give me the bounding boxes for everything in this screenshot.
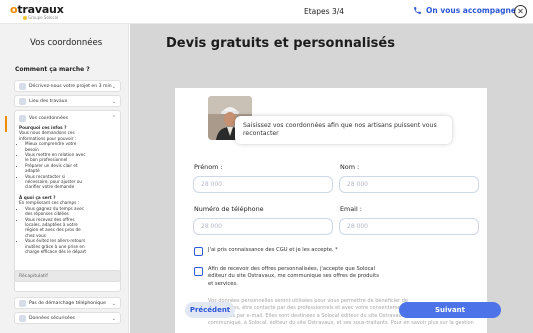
chevron-up-icon: ⌃ [111,115,116,121]
sidebar-item-secure-data: Données sécurisées ⌄ [14,312,121,324]
sidebar: Vos coordonnées Comment ça marche ? Décr… [0,24,129,333]
brand-dot-icon [23,16,27,20]
chevron-down-icon: ⌄ [111,301,116,307]
close-button[interactable]: ✕ [514,5,527,18]
document-icon [19,82,26,90]
logo[interactable]: otravaux Groupe Solocal [10,3,64,20]
cgu-checkbox[interactable] [194,247,203,256]
chevron-down-icon: ⌄ [111,99,116,105]
email-field[interactable]: 28 000 [339,218,479,235]
call-us-label: On vous accompagne [426,6,516,15]
user-icon [19,115,26,122]
email-label: Email : [340,205,362,213]
prenom-label: Prénom : [194,163,223,171]
chevron-down-icon: ⌄ [111,316,116,322]
location-icon [19,97,26,105]
main-content: Devis gratuits et personnalisés Saisisse… [130,24,533,333]
sidebar-help-text: Pourquoi ces infos ? Vous nous demandons… [19,125,89,254]
sidebar-item-describe[interactable]: Décrivez-nous votre projet en 3 min ⌄ [14,80,121,92]
sidebar-item-coordinates[interactable]: Vos coordonnées ⌃ Pourquoi ces infos ? V… [14,110,121,292]
active-step-marker [5,116,7,132]
next-button[interactable]: Suivant [399,302,501,318]
previous-button[interactable]: Précédent [185,302,235,318]
assistant-bubble: Saisissez vos coordonnées afin que nos a… [235,116,452,144]
page-title: Devis gratuits et personnalisés [166,36,395,51]
step-indicator: Etapes 3/4 [304,7,345,16]
why-list: Mieux comprendre votre besoin Vous mettr… [19,141,89,190]
lock-icon [19,314,26,322]
close-icon: ✕ [517,6,524,16]
logo-subtitle: Groupe Solocal [23,15,58,20]
what-list: Vous gagnez du temps avec des réponses c… [19,206,89,255]
form-card: Saisissez vos coordonnées afin que nos a… [175,88,488,333]
how-it-works-label: Comment ça marche ? [15,66,90,73]
cgu-label: J'ai pris connaissance des CGU et je les… [208,247,338,253]
chevron-down-icon: ⌄ [111,84,116,90]
prenom-field[interactable]: 28 000 [193,176,333,193]
sidebar-item-location[interactable]: Lieu des travaux ⌄ [14,95,121,107]
sidebar-item-no-calls: Pas de démarchage téléphonique ⌄ [14,297,121,309]
phone-icon [414,7,421,14]
phone-field[interactable]: 28 000 [193,218,333,235]
sidebar-title: Vos coordonnées [30,38,103,48]
top-bar: otravaux Groupe Solocal Etapes 3/4 On vo… [0,0,533,24]
nom-label: Nom : [340,163,360,171]
offers-label: Afin de recevoir des offres personnalisé… [208,266,379,287]
offers-checkbox[interactable] [194,267,203,276]
nom-field[interactable]: 28 000 [339,176,479,193]
phone-icon [19,299,26,307]
call-us-link[interactable]: On vous accompagne [413,6,516,15]
phone-label: Numéro de téléphone [194,205,264,213]
recap-item[interactable]: Récapitulatif [14,270,121,282]
